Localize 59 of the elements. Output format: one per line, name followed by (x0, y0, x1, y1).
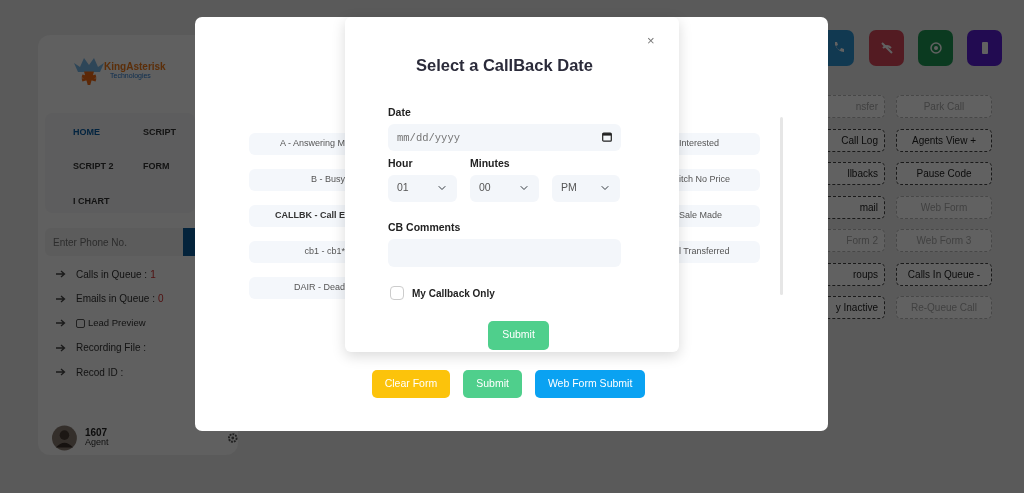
submit-button[interactable]: Submit (488, 320, 549, 350)
action-button[interactable]: Pause Code (896, 162, 992, 185)
field-label: Date (388, 104, 412, 120)
disposition-option[interactable]: Interested (679, 133, 760, 155)
disposition-option[interactable]: cb1 - cb1* (249, 241, 345, 263)
ampm-select[interactable]: PM (552, 174, 620, 202)
disposition-option[interactable]: DAIR - Dead (249, 277, 345, 299)
logo-name: KingAsterisk (104, 61, 166, 72)
action-button[interactable]: mail (828, 195, 885, 219)
action-button[interactable]: Calls In Queue - (896, 262, 992, 286)
info-text: Recod ID : (76, 365, 124, 380)
action-button[interactable]: Agents View + (896, 128, 992, 152)
action-button[interactable]: y Inactive (828, 296, 885, 319)
nav-link[interactable]: HOME (73, 122, 143, 142)
nav-link[interactable]: SCRIPT 2 (73, 156, 143, 177)
hangup-button[interactable] (869, 30, 904, 66)
info-text: Emails in Queue : 0 (76, 292, 164, 307)
minutes-select[interactable]: 00 (470, 174, 539, 202)
phone-button[interactable] (828, 30, 854, 66)
record-icon (927, 40, 944, 56)
info-text: Recording File : (76, 341, 147, 356)
checkbox-label: Lead Preview (88, 316, 146, 331)
hangup-icon (878, 40, 895, 56)
avatar (52, 424, 77, 451)
checkbox[interactable] (76, 318, 85, 328)
field-label: CB Comments (388, 219, 462, 235)
clear-form-button[interactable]: Clear Form (371, 370, 451, 398)
disposition-option[interactable]: B - Busy (249, 169, 345, 191)
hour-select[interactable]: 01 (388, 174, 457, 202)
nav-link[interactable]: I CHART (73, 190, 143, 211)
action-button[interactable]: Call Log (828, 128, 885, 152)
arrow-icon (56, 319, 66, 328)
info-text: Calls in Queue : 1 (76, 267, 156, 282)
close-button[interactable]: × (647, 34, 655, 47)
field-label: Minutes (470, 156, 511, 171)
calendar-icon[interactable] (602, 132, 612, 142)
dialog-title: Select a CallBack Date (415, 55, 594, 76)
submit-button[interactable]: Submit (463, 370, 522, 398)
dial-button[interactable] (183, 228, 195, 256)
disposition-option[interactable]: itch No Price (679, 169, 760, 191)
arrow-icon (56, 343, 66, 352)
arrow-icon (56, 294, 66, 303)
date-field[interactable]: mm/dd/yyyy (388, 124, 621, 151)
action-button[interactable]: llbacks (828, 162, 885, 185)
action-button[interactable]: roups (828, 262, 885, 286)
disposition-option[interactable]: CALLBK - Call E (249, 205, 345, 227)
arrow-icon (56, 368, 66, 377)
disposition-option[interactable]: Sale Made (679, 205, 760, 227)
mobile-button[interactable] (967, 30, 1002, 66)
field-label: Hour (388, 156, 414, 171)
arrow-icon (56, 270, 66, 279)
agent-id: 1607 (84, 427, 109, 439)
record-button[interactable] (918, 30, 953, 66)
disposition-option[interactable]: l Transferred (679, 241, 760, 263)
agent-role: Agent (84, 438, 109, 448)
settings-icon[interactable] (228, 432, 238, 443)
checkbox-label: My Callback Only (412, 286, 495, 301)
web-form-submit-button[interactable]: Web Form Submit (534, 370, 646, 398)
disposition-option[interactable]: A - Answering M (249, 133, 345, 155)
